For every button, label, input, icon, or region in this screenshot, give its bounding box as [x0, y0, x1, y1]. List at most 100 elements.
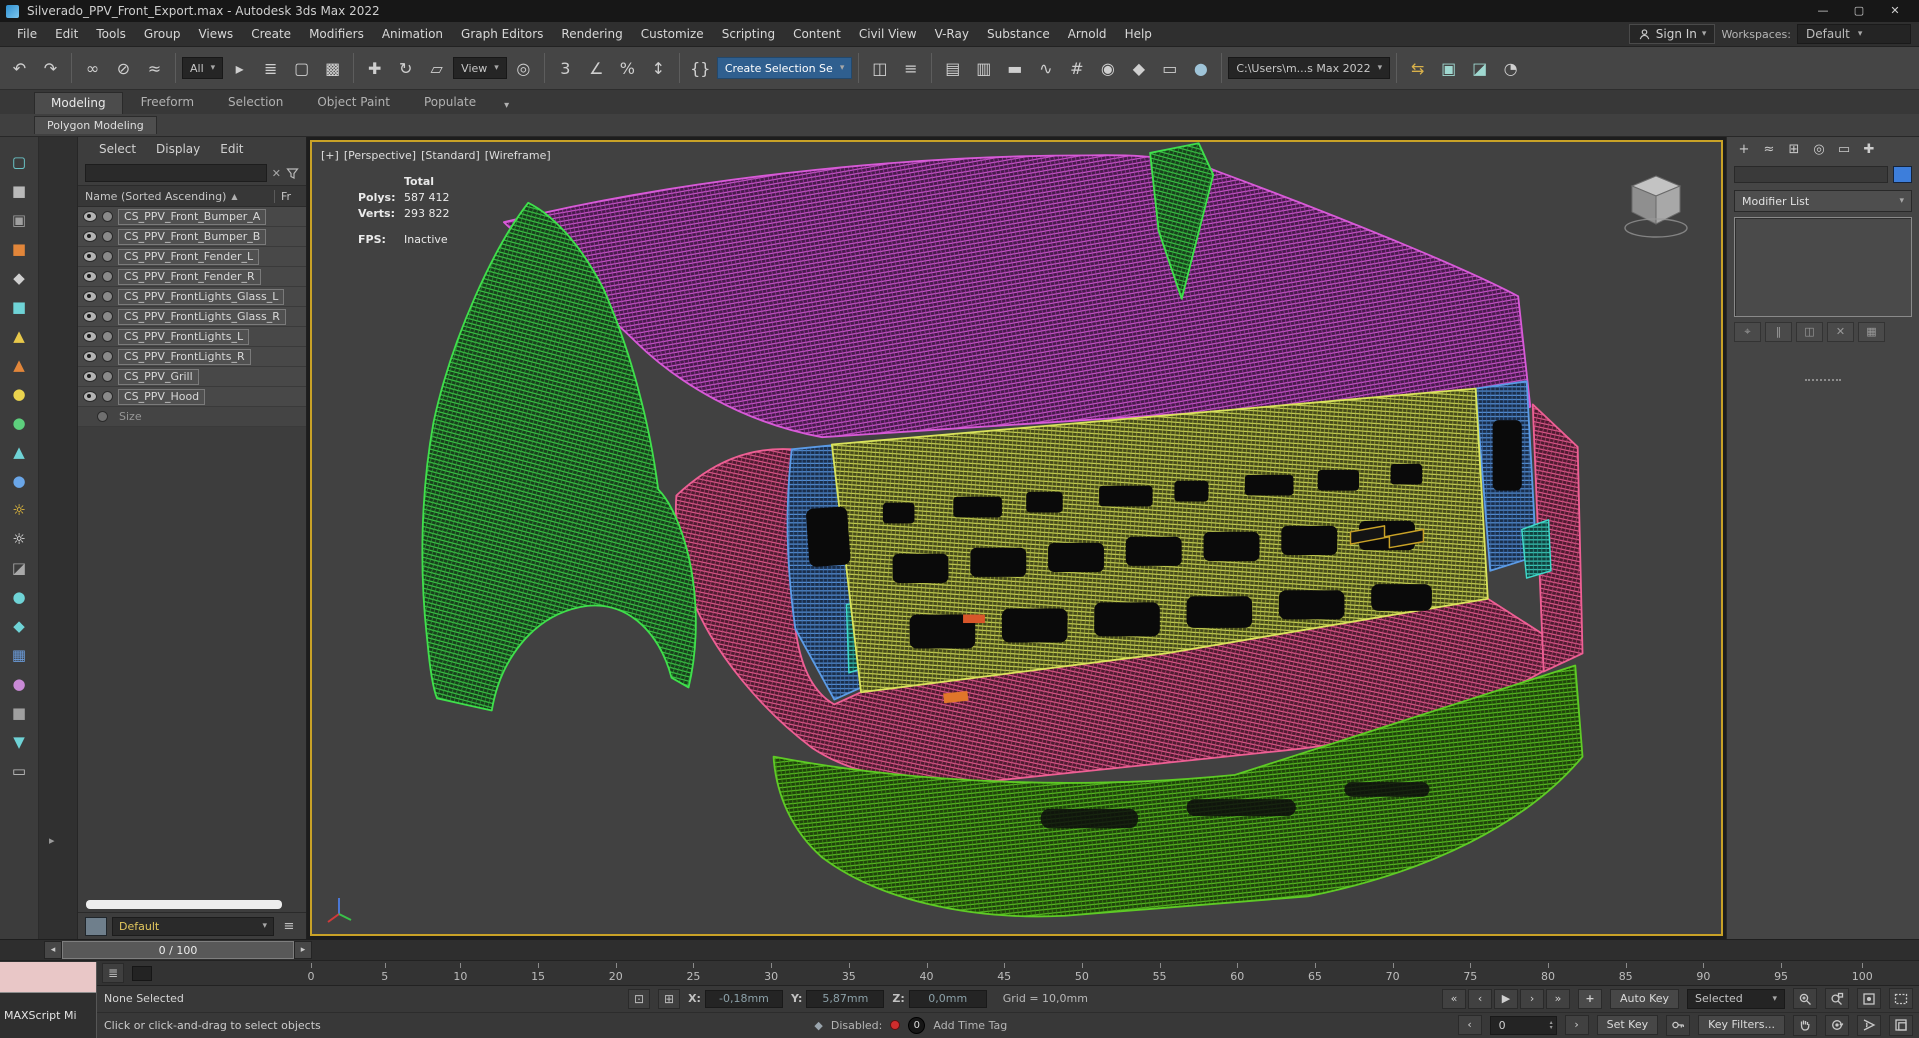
- listener-pane[interactable]: MAXScript Mi: [0, 993, 96, 1038]
- material-editor-icon[interactable]: ◉: [1093, 54, 1122, 83]
- remove-modifier-icon[interactable]: ✕: [1827, 322, 1854, 342]
- edit-named-selection-sets-icon[interactable]: {}: [686, 54, 715, 83]
- set-keys-button[interactable]: +: [1578, 988, 1603, 1009]
- grid-helper-icon[interactable]: ▦: [6, 644, 32, 667]
- redo-icon[interactable]: ↷: [36, 54, 65, 83]
- select-and-scale-icon[interactable]: ▱: [422, 54, 451, 83]
- viewport-shading-menu[interactable]: [Wireframe]: [485, 149, 551, 162]
- curve-editor-icon[interactable]: ∿: [1031, 54, 1060, 83]
- menu-views[interactable]: Views: [189, 24, 242, 44]
- layout-tabs-expand-icon[interactable]: ▸: [49, 834, 55, 847]
- select-and-rotate-icon[interactable]: ↻: [391, 54, 420, 83]
- split-view-icon[interactable]: ◪: [6, 557, 32, 580]
- zoom-region-icon[interactable]: [1889, 988, 1914, 1010]
- panel-tool-icon[interactable]: ■: [6, 702, 32, 725]
- create-selection-set-field[interactable]: Create Selection Se ▾: [716, 57, 853, 79]
- align-icon[interactable]: ≡: [896, 54, 925, 83]
- visibility-eye-icon[interactable]: [83, 251, 97, 262]
- monitor-tool-icon[interactable]: ▭: [6, 760, 32, 783]
- ribbon-tab-object-paint[interactable]: Object Paint: [301, 92, 406, 114]
- layer-stack-icon[interactable]: ≡: [279, 919, 299, 934]
- pin-stack-icon[interactable]: ⌖: [1734, 322, 1761, 342]
- visibility-eye-icon[interactable]: [83, 351, 97, 362]
- absolute-mode-icon[interactable]: ⊞: [658, 988, 681, 1009]
- field-of-view-icon[interactable]: [1857, 1014, 1882, 1036]
- maximize-viewport-icon[interactable]: [1889, 1014, 1914, 1036]
- object-name[interactable]: CS_PPV_FrontLights_R: [118, 348, 251, 365]
- spin-down-icon[interactable]: ▾: [1550, 1025, 1553, 1031]
- object-name[interactable]: CS_PPV_FrontLights_Glass_R: [118, 308, 286, 325]
- sign-in-button[interactable]: Sign In ▾: [1628, 24, 1716, 44]
- hierarchy-tab-icon[interactable]: ⊞: [1783, 140, 1805, 160]
- object-name[interactable]: CS_PPV_Grill: [118, 368, 199, 385]
- visibility-eye-icon[interactable]: [83, 271, 97, 282]
- add-time-tag[interactable]: Add Time Tag: [933, 1019, 1007, 1032]
- menu-animation[interactable]: Animation: [373, 24, 452, 44]
- ribbon-tab-selection[interactable]: Selection: [212, 92, 299, 114]
- plane-primitive-icon[interactable]: ▣: [6, 209, 32, 232]
- set-key-button[interactable]: Set Key: [1596, 1015, 1659, 1036]
- render-production-icon[interactable]: ●: [1186, 54, 1215, 83]
- show-end-result-icon[interactable]: ‖: [1765, 322, 1792, 342]
- percent-snap-icon[interactable]: %: [613, 54, 642, 83]
- object-name[interactable]: CS_PPV_FrontLights_L: [118, 328, 250, 345]
- next-frame-button[interactable]: ›: [1520, 988, 1545, 1009]
- make-unique-icon[interactable]: ◫: [1796, 322, 1823, 342]
- previous-frame-button[interactable]: ‹: [1468, 988, 1493, 1009]
- viewport-settings-icon[interactable]: ◔: [1496, 54, 1525, 83]
- select-and-move-icon[interactable]: ✚: [360, 54, 389, 83]
- create-tab-icon[interactable]: +: [1733, 140, 1755, 160]
- menu-v-ray[interactable]: V-Ray: [926, 24, 978, 44]
- explorer-menu-select[interactable]: Select: [90, 140, 145, 158]
- spinner-snap-icon[interactable]: ↕: [644, 54, 673, 83]
- orbit-icon[interactable]: [1825, 1014, 1850, 1036]
- explorer-menu-display[interactable]: Display: [147, 140, 209, 158]
- track-bar[interactable]: ≣ 0 5 10 15 20 25 30 35 40 45 50 55 60 65 70 75 80 85 90 95…: [0, 960, 1919, 985]
- object-name[interactable]: CS_PPV_Hood: [118, 388, 206, 405]
- auto-key-button[interactable]: Auto Key: [1610, 988, 1680, 1009]
- menu-customize[interactable]: Customize: [632, 24, 713, 44]
- explorer-column-header[interactable]: Name (Sorted Ascending) ▲ Fr: [78, 185, 306, 207]
- visibility-eye-icon[interactable]: [83, 211, 97, 222]
- explorer-horizontal-scrollbar[interactable]: [86, 900, 282, 909]
- safe-scene-script-icon[interactable]: ◆: [814, 1019, 822, 1032]
- use-pivot-center-icon[interactable]: ◎: [509, 54, 538, 83]
- motion-tab-icon[interactable]: ◎: [1808, 140, 1830, 160]
- ramp-tool-icon[interactable]: ▲: [6, 354, 32, 377]
- teapot-tool-icon[interactable]: ●: [6, 586, 32, 609]
- menu-group[interactable]: Group: [135, 24, 190, 44]
- scene-object-row[interactable]: CS_PPV_Front_Bumper_A: [78, 207, 306, 227]
- box-primitive-icon[interactable]: ■: [6, 180, 32, 203]
- object-name[interactable]: CS_PPV_Front_Bumper_A: [118, 208, 267, 225]
- toggle-ribbon-icon[interactable]: ▬: [1000, 54, 1029, 83]
- ribbon-display-toggle[interactable]: ▾: [494, 97, 519, 114]
- scene-object-row[interactable]: CS_PPV_FrontLights_L: [78, 327, 306, 347]
- active-layer-dropdown[interactable]: Default ▾: [112, 916, 274, 936]
- key-icon[interactable]: [1666, 1014, 1691, 1036]
- maximize-button[interactable]: ▢: [1841, 0, 1877, 22]
- zoom-icon[interactable]: [1793, 988, 1818, 1010]
- render-setup-icon[interactable]: ◆: [1124, 54, 1153, 83]
- menu-content[interactable]: Content: [784, 24, 850, 44]
- frozen-column-header[interactable]: Fr: [274, 189, 299, 203]
- display-tab-icon[interactable]: ▭: [1833, 140, 1855, 160]
- time-step-back-arrow[interactable]: ◂: [44, 941, 62, 959]
- select-object-icon[interactable]: ▸: [225, 54, 254, 83]
- ribbon-tab-modeling[interactable]: Modeling: [34, 92, 123, 114]
- menu-tools[interactable]: Tools: [87, 24, 135, 44]
- film-tool-icon[interactable]: ◆: [6, 267, 32, 290]
- select-region-tool-icon[interactable]: ▢: [6, 151, 32, 174]
- select-by-name-icon[interactable]: ≣: [256, 54, 285, 83]
- y-coordinate-field[interactable]: 5,87mm: [806, 989, 885, 1008]
- scene-converter-icon[interactable]: ⇆: [1403, 54, 1432, 83]
- cone-primitive-icon[interactable]: ▲: [6, 325, 32, 348]
- polygon-modeling-panel[interactable]: Polygon Modeling: [34, 116, 157, 134]
- filter-funnel-icon[interactable]: [286, 167, 299, 180]
- menu-edit[interactable]: Edit: [46, 24, 87, 44]
- layer-color-swatch[interactable]: [85, 916, 107, 936]
- menu-create[interactable]: Create: [242, 24, 300, 44]
- menu-rendering[interactable]: Rendering: [552, 24, 631, 44]
- menu-substance[interactable]: Substance: [978, 24, 1059, 44]
- z-coordinate-field[interactable]: 0,0mm: [908, 989, 987, 1008]
- star-light-icon[interactable]: ☼: [6, 528, 32, 551]
